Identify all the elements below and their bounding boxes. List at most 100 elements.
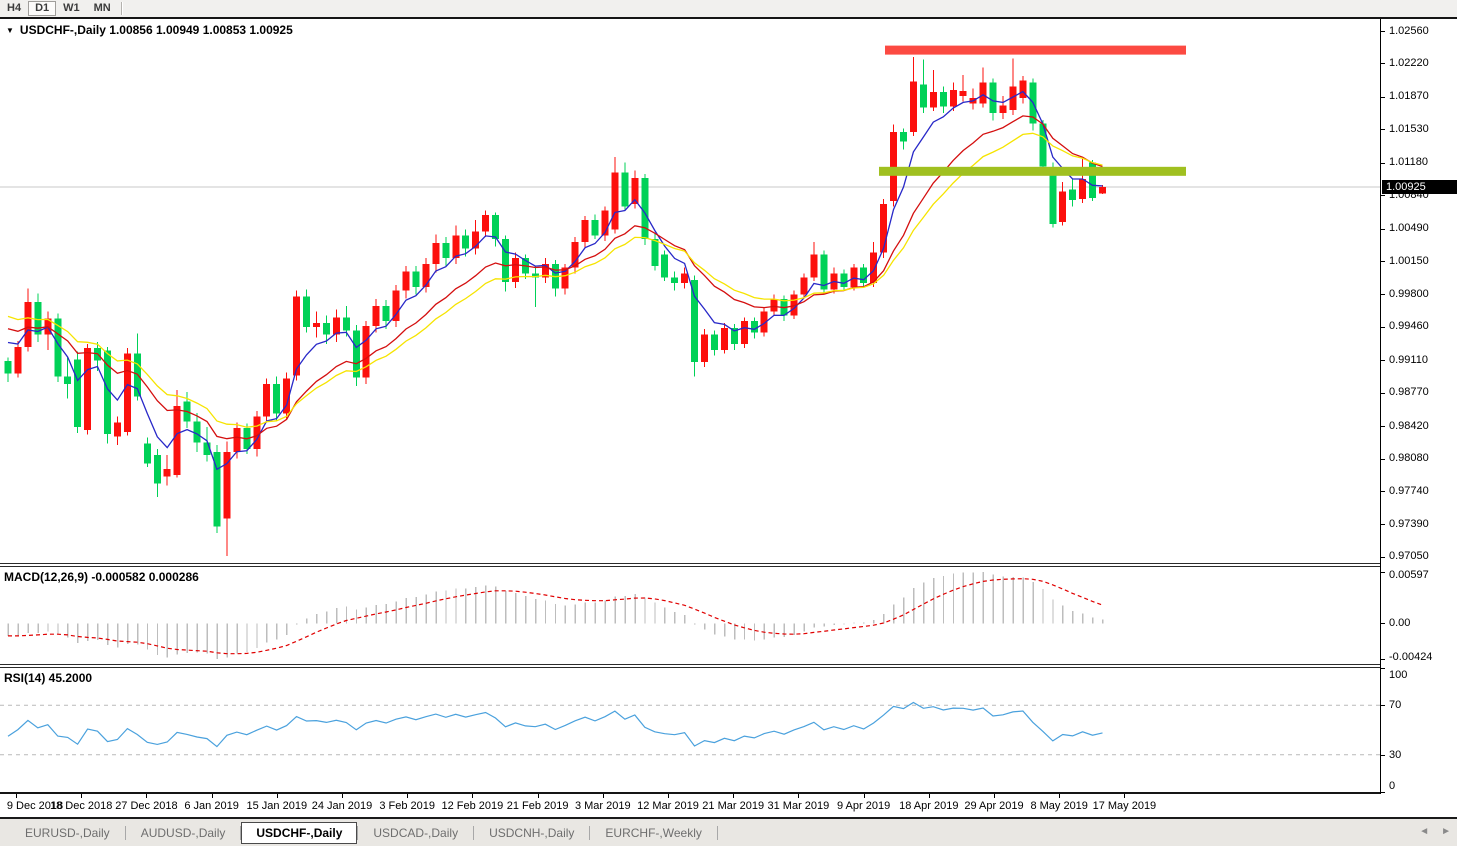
price-axis-label: 0.99110 [1389,353,1428,366]
price-axis-tick [1381,162,1385,164]
date-axis-label: 3 Mar 2019 [574,800,631,812]
price-axis-label: 1.01530 [1389,122,1429,135]
candlesticks-group [4,56,1106,556]
date-axis-tick [276,794,278,798]
price-axis-tick [1381,556,1385,558]
rsi-canvas[interactable] [0,668,1380,792]
chart-dropdown-icon[interactable]: ▼ [6,26,14,35]
price-axis-label: 0.99460 [1389,320,1429,333]
price-axis[interactable]: 1.02560 1.02220 1.01870 1.01530 1.01180 1.008… [1380,19,1457,794]
date-axis-tick [668,794,669,798]
price-axis-label: 1.02220 [1389,56,1429,69]
price-axis-tick [1381,195,1385,197]
date-axis-tick [1124,794,1126,798]
price-axis-tick [1381,96,1385,98]
tab-usdchf-daily[interactable]: USDCHF-,Daily [241,821,358,844]
price-axis-tick [1381,129,1385,131]
date-axis-tick [472,794,474,798]
rsi-line [7,701,1103,748]
price-axis-tick [1381,228,1385,230]
tab-eurchf-weekly[interactable]: EURCHF-,Weekly [590,822,716,844]
rsi-axis-tick [1381,792,1385,793]
date-axis-label: 31 Mar 2019 [767,800,830,812]
date-axis-label: 21 Feb 2019 [506,800,569,812]
price-axis-label: 0.97050 [1389,550,1429,563]
date-axis-tick [537,794,539,798]
date-axis-tick [863,794,865,798]
toolbar-separator [120,2,123,15]
tab-scroll-right-icon[interactable]: ► [1441,822,1451,842]
price-axis-label: 0.99800 [1389,287,1429,300]
macd-axis-tick [1381,572,1385,573]
date-axis-label: 17 May 2019 [1092,800,1157,812]
date-axis-tick [16,794,17,798]
price-axis-label: 0.97390 [1389,517,1429,530]
price-axis-label: 1.00490 [1389,222,1429,235]
price-axis-label: 0.97740 [1389,484,1429,497]
tab-separator [716,825,718,840]
rsi-axis-tick [1381,754,1385,756]
tab-audusd-daily[interactable]: AUDUSD-,Daily [126,822,241,844]
macd-indicator-label: MACD(12,26,9) -0.000582 0.000286 [4,570,199,584]
main-chart-canvas[interactable] [0,19,1380,563]
date-axis-tick [407,794,409,798]
price-axis-tick [1381,261,1385,263]
chart-window: ▼ USDCHF-,Daily 1.00856 1.00949 1.00853 … [0,19,1457,794]
date-axis-label: 6 Jan 2019 [184,800,239,812]
timeframe-button-d1[interactable]: D1 [28,1,57,16]
price-axis-label: 0.98420 [1389,419,1429,432]
date-axis-label: 8 May 2019 [1030,800,1088,812]
date-axis-tick [602,794,604,798]
timeframe-button-mn[interactable]: MN [87,1,118,16]
date-axis-tick [211,794,213,798]
timeframe-button-w1[interactable]: W1 [56,1,87,16]
price-axis-tick [1381,426,1385,428]
tab-usdcnh-daily[interactable]: USDCNH-,Daily [474,822,589,844]
date-axis-label: 9 Apr 2019 [836,800,891,812]
date-axis[interactable]: 9 Dec 2018 18 Dec 2018 27 Dec 2018 6 Jan 20… [0,794,1457,817]
rsi-axis-label: 30 [1389,748,1402,761]
tab-scroll-left-icon[interactable]: ◄ [1419,822,1429,842]
rsi-axis-label: 0 [1389,780,1396,792]
date-axis-label: 15 Jan 2019 [246,800,308,812]
macd-histogram [7,572,1104,659]
rsi-axis-label: 70 [1389,699,1402,712]
macd-axis-tick [1381,623,1385,625]
tab-usdcad-daily[interactable]: USDCAD-,Daily [358,822,473,844]
date-axis-tick [798,794,800,798]
rsi-indicator-label: RSI(14) 45.2000 [4,671,93,685]
price-axis-tick [1381,524,1385,526]
price-axis-tick [1381,326,1385,328]
macd-canvas[interactable] [0,567,1380,664]
price-axis-label: 1.01180 [1389,156,1428,169]
price-axis-tick [1381,294,1385,296]
date-axis-label: 27 Dec 2018 [115,800,178,812]
date-axis-tick [994,794,995,798]
date-axis-tick [342,794,343,798]
macd-axis-label: 0.00 [1389,617,1411,630]
price-axis-label: 1.02560 [1389,24,1429,37]
price-axis-label: 1.01870 [1389,90,1429,103]
chart-tabbar: EURUSD-,Daily AUDUSD-,Daily USDCHF-,Daily U… [0,819,1457,846]
resistance-line[interactable] [885,45,1186,55]
chart-title-text: USDCHF-,Daily 1.00856 1.00949 1.00853 1.… [19,23,293,37]
date-axis-label: 21 Mar 2019 [702,800,765,812]
tab-eurusd-daily[interactable]: EURUSD-,Daily [10,822,125,844]
mt4-application-window: H4 D1 W1 MN ▼ USDCHF-,Daily 1.00856 1.00949… [0,0,1457,846]
macd-axis-label: -0.00424 [1389,651,1433,663]
price-axis-tick [1381,392,1385,394]
date-axis-label: 29 Apr 2019 [964,800,1024,812]
rsi-axis-label: 100 [1389,669,1408,681]
rsi-axis-tick [1381,705,1385,707]
date-axis-tick [146,794,148,798]
price-axis-label: 0.98770 [1389,386,1429,399]
date-axis-label: 12 Mar 2019 [637,800,699,812]
rsi-axis-tick [1381,668,1385,669]
date-axis-tick [733,794,735,798]
timeframe-button-h4[interactable]: H4 [0,1,28,16]
price-axis-tick [1381,31,1385,33]
date-axis-label: 12 Feb 2019 [441,800,504,812]
support-line[interactable] [879,166,1186,176]
date-axis-tick [928,794,930,798]
macd-axis-label: 0.00597 [1389,569,1429,581]
